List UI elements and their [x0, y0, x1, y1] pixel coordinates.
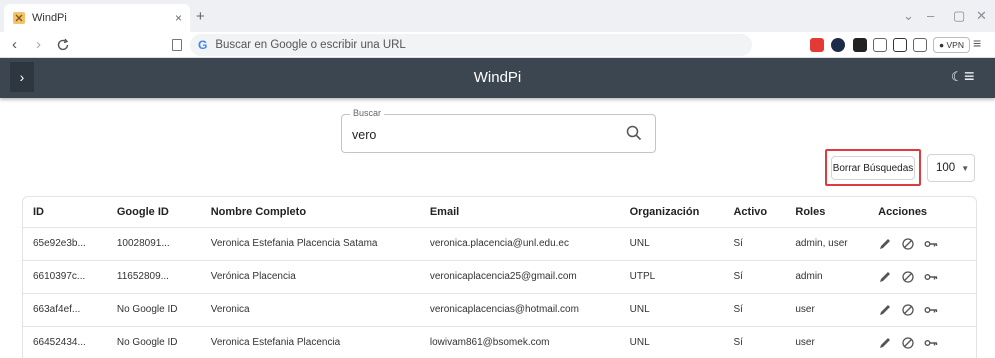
id-cell: 6610397c...	[23, 260, 107, 294]
active-cell: Sí	[723, 227, 786, 261]
actions-cell	[868, 326, 976, 358]
page-size-select[interactable]: 100 ▼	[927, 154, 975, 182]
browser-menu-icon[interactable]: ≡	[973, 35, 981, 51]
roles-cell: admin	[785, 260, 869, 294]
forward-icon[interactable]: ›	[36, 36, 41, 53]
clear-button-highlight: Borrar Búsquedas	[825, 149, 921, 186]
active-cell: Sí	[723, 260, 786, 294]
puzzle-icon[interactable]	[873, 38, 887, 52]
windpi-favicon-icon	[13, 12, 25, 24]
maximize-icon[interactable]: ▢	[953, 8, 965, 24]
vpn-button[interactable]: ● VPN	[933, 37, 970, 53]
google-id-cell: 10028091...	[106, 227, 201, 261]
browser-toolbar: ‹ › G Buscar en Google o escribir una UR…	[0, 32, 995, 58]
disable-icon[interactable]	[901, 237, 915, 251]
edit-icon[interactable]	[878, 336, 892, 350]
roles-cell: user	[785, 293, 869, 327]
search-icon[interactable]	[625, 124, 643, 142]
google-icon: G	[198, 38, 208, 52]
grid-icon[interactable]	[853, 38, 867, 52]
actions-cell	[868, 227, 976, 261]
search-input[interactable]: vero	[352, 128, 376, 142]
key-icon[interactable]	[924, 237, 938, 251]
organization-cell: UNL	[619, 293, 724, 327]
dropdown-caret-icon: ▼	[961, 163, 970, 173]
new-tab-icon[interactable]: +	[196, 8, 205, 25]
edit-icon[interactable]	[878, 237, 892, 251]
full-name-cell: Veronica	[200, 293, 420, 327]
back-icon[interactable]: ‹	[12, 36, 17, 53]
roles-cell: admin, user	[785, 227, 869, 261]
column-header-active[interactable]: Activo	[723, 197, 786, 228]
table-header-row: ID Google ID Nombre Completo Email Organ…	[23, 197, 976, 228]
close-window-icon[interactable]: ✕	[976, 8, 987, 24]
full-name-cell: Verónica Placencia	[200, 260, 420, 294]
key-icon[interactable]	[924, 270, 938, 284]
browser-tabbar: WindPi × + ⌄ – ▢ ✕	[0, 0, 995, 32]
disable-icon[interactable]	[901, 303, 915, 317]
column-header-actions: Acciones	[868, 197, 976, 228]
app-header: › WindPi ☾ ≡	[0, 58, 995, 98]
organization-cell: UNL	[619, 326, 724, 358]
window-icon[interactable]	[913, 38, 927, 52]
tab-search-chevron-icon[interactable]: ⌄	[903, 8, 914, 24]
key-icon[interactable]	[924, 303, 938, 317]
active-cell: Sí	[723, 293, 786, 327]
disable-icon[interactable]	[901, 270, 915, 284]
sidebar-icon[interactable]	[893, 38, 907, 52]
key-icon[interactable]	[924, 336, 938, 350]
column-header-organization[interactable]: Organización	[619, 197, 724, 228]
active-cell: Sí	[723, 326, 786, 358]
column-header-roles[interactable]: Roles	[785, 197, 869, 228]
actions-cell	[868, 293, 976, 327]
full-name-cell: Veronica Estefania Placencia	[200, 326, 420, 358]
minimize-icon[interactable]: –	[927, 8, 934, 23]
edit-icon[interactable]	[878, 303, 892, 317]
column-header-id[interactable]: ID	[23, 197, 107, 228]
email-cell: veronica.placencia@unl.edu.ec	[419, 227, 620, 261]
id-cell: 66452434...	[23, 326, 107, 358]
actions-cell	[868, 260, 976, 294]
page-size-value: 100	[936, 162, 956, 174]
roles-cell: user	[785, 326, 869, 358]
table-row[interactable]: 65e92e3b... 10028091... Veronica Estefania…	[23, 227, 976, 261]
edit-icon[interactable]	[878, 270, 892, 284]
table-row[interactable]: 663af4ef... No Google ID Veronica veronicap…	[23, 293, 976, 327]
email-cell: veronicaplacencia25@gmail.com	[419, 260, 620, 294]
clear-searches-button[interactable]: Borrar Búsquedas	[831, 156, 915, 180]
browser-tab[interactable]: WindPi ×	[4, 4, 190, 32]
vpn-label: VPN	[946, 40, 964, 50]
tab-close-icon[interactable]: ×	[175, 11, 182, 25]
vpn-dot-icon: ●	[939, 40, 947, 50]
column-header-full-name[interactable]: Nombre Completo	[200, 197, 420, 228]
address-bar[interactable]: G Buscar en Google o escribir una URL	[190, 34, 752, 56]
reload-icon[interactable]	[56, 38, 70, 52]
id-cell: 65e92e3b...	[23, 227, 107, 261]
column-header-google-id[interactable]: Google ID	[106, 197, 201, 228]
table-row[interactable]: 66452434... No Google ID Veronica Estefani…	[23, 326, 976, 358]
hamburger-menu-icon[interactable]: ≡	[964, 66, 975, 87]
app-title: WindPi	[473, 69, 522, 86]
moon-icon[interactable]: ☾	[951, 69, 963, 85]
id-cell: 663af4ef...	[23, 293, 107, 327]
search-label: Buscar	[350, 108, 385, 118]
organization-cell: UTPL	[619, 260, 724, 294]
column-header-email[interactable]: Email	[419, 197, 620, 228]
bookmark-icon[interactable]	[172, 39, 182, 51]
google-id-cell: 11652809...	[106, 260, 201, 294]
table-row[interactable]: 6610397c... 11652809... Verónica Placencia…	[23, 260, 976, 294]
address-placeholder: Buscar en Google o escribir una URL	[215, 39, 406, 51]
mail-icon[interactable]	[810, 38, 824, 52]
email-cell: lowivam861@bsomek.com	[419, 326, 620, 358]
email-cell: veronicaplacencias@hotmail.com	[419, 293, 620, 327]
google-id-cell: No Google ID	[106, 326, 201, 358]
search-field[interactable]: Buscar vero	[341, 108, 656, 153]
disable-icon[interactable]	[901, 336, 915, 350]
users-table: ID Google ID Nombre Completo Email Organ…	[22, 196, 977, 358]
organization-cell: UNL	[619, 227, 724, 261]
copyright-icon[interactable]	[831, 38, 845, 52]
full-name-cell: Veronica Estefania Placencia Satama	[200, 227, 420, 261]
tab-title: WindPi	[32, 12, 67, 24]
google-id-cell: No Google ID	[106, 293, 201, 327]
